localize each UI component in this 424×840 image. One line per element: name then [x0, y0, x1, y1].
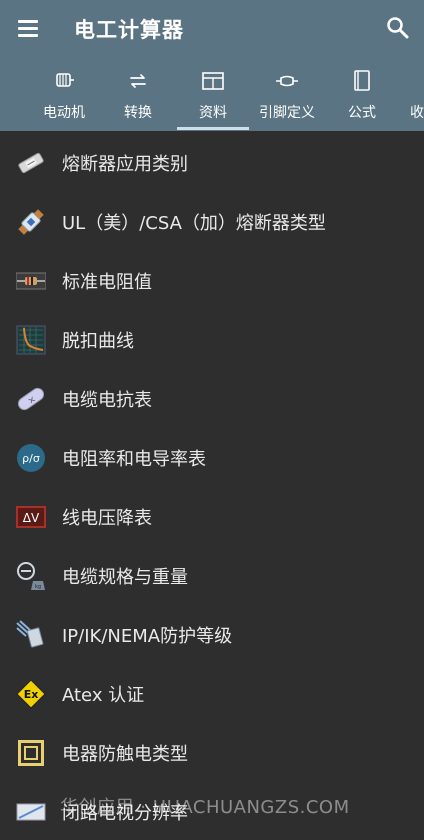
list-item-label: 标准电阻值 [62, 272, 152, 293]
cctv-icon [16, 797, 46, 827]
tab-page[interactable]: 页 [0, 58, 10, 131]
tab-favorites[interactable]: 收 [410, 58, 424, 131]
list-item-label: 电阻率和电导率表 [62, 449, 206, 470]
resistor-icon [15, 266, 47, 296]
svg-text:kg: kg [35, 584, 41, 590]
list-item-label: 电缆规格与重量 [62, 567, 188, 588]
menu-icon[interactable] [14, 14, 44, 44]
tab-label: 引脚定义 [259, 105, 315, 121]
svg-text:ΔV: ΔV [23, 511, 40, 525]
list-item-label: 脱扣曲线 [62, 331, 134, 352]
list-item[interactable]: Ex Atex 认证 [0, 664, 424, 722]
voltage-drop-icon: ΔV [16, 502, 46, 532]
tab-motor[interactable]: 电动机 [28, 58, 100, 131]
tab-convert[interactable]: 转换 [102, 58, 174, 131]
tab-reference[interactable]: 资料 [177, 58, 249, 131]
list-item[interactable]: ΔV 线电压降表 [0, 487, 424, 545]
search-icon[interactable] [384, 14, 412, 42]
list-item-label: 线电压降表 [62, 508, 152, 529]
tab-label: 转换 [124, 105, 152, 121]
tab-pinout[interactable]: 引脚定义 [251, 58, 323, 131]
tab-formula[interactable]: 公式 [326, 58, 398, 131]
tab-label: 页 [0, 102, 10, 122]
cable-reactance-icon: × [16, 384, 46, 414]
atex-icon: Ex [16, 679, 46, 709]
list-item[interactable]: 脱扣曲线 [0, 310, 424, 368]
tab-bar: 页 电动机 转换 资料 引脚定义 [0, 58, 424, 131]
tab-indicator [177, 127, 249, 130]
app-title: 电工计算器 [74, 18, 184, 42]
list-item[interactable]: UL（美）/CSA（加）熔断器类型 [0, 192, 424, 250]
insulation-class-icon [16, 738, 46, 768]
cartridge-fuse-icon [16, 207, 46, 237]
list-item[interactable]: ρ/σ 电阻率和电导率表 [0, 428, 424, 486]
svg-text:Ex: Ex [24, 688, 39, 701]
watermark: 华创应用 · HUACHUANGZS.COM [60, 797, 350, 818]
list-item-label: UL（美）/CSA（加）熔断器类型 [62, 213, 326, 234]
app-bar: 电工计算器 页 电动机 转换 资料 [0, 0, 424, 131]
tab-label: 公式 [348, 105, 376, 121]
tab-label: 收 [410, 105, 424, 121]
list-item-label: 电器防触电类型 [62, 744, 188, 765]
book-icon [350, 70, 374, 92]
list-item[interactable]: 标准电阻值 [0, 251, 424, 309]
cable-weight-icon: kg [16, 561, 46, 591]
table-icon [201, 70, 225, 92]
list-item-label: 熔断器应用类别 [62, 154, 188, 175]
connector-icon [275, 70, 299, 92]
top-bar: 电工计算器 [0, 0, 424, 58]
convert-icon [126, 70, 150, 92]
tab-label: 电动机 [43, 105, 85, 121]
protection-icon [16, 620, 46, 650]
list-item-label: Atex 认证 [62, 685, 145, 706]
resistivity-icon: ρ/σ [16, 443, 46, 473]
list-item[interactable]: kg 电缆规格与重量 [0, 546, 424, 604]
list-item-label: 电缆电抗表 [62, 390, 152, 411]
list-item[interactable]: 电器防触电类型 [0, 723, 424, 781]
list-item[interactable]: IP/IK/NEMA防护等级 [0, 605, 424, 663]
list-item[interactable]: × 电缆电抗表 [0, 369, 424, 427]
svg-text:ρ/σ: ρ/σ [22, 452, 40, 465]
tab-label: 资料 [199, 105, 227, 121]
fuse-icon [16, 148, 46, 178]
trip-curve-icon [16, 325, 46, 355]
motor-icon [52, 70, 76, 92]
list-item-label: IP/IK/NEMA防护等级 [62, 626, 233, 647]
list-item[interactable]: 熔断器应用类别 [0, 133, 424, 191]
